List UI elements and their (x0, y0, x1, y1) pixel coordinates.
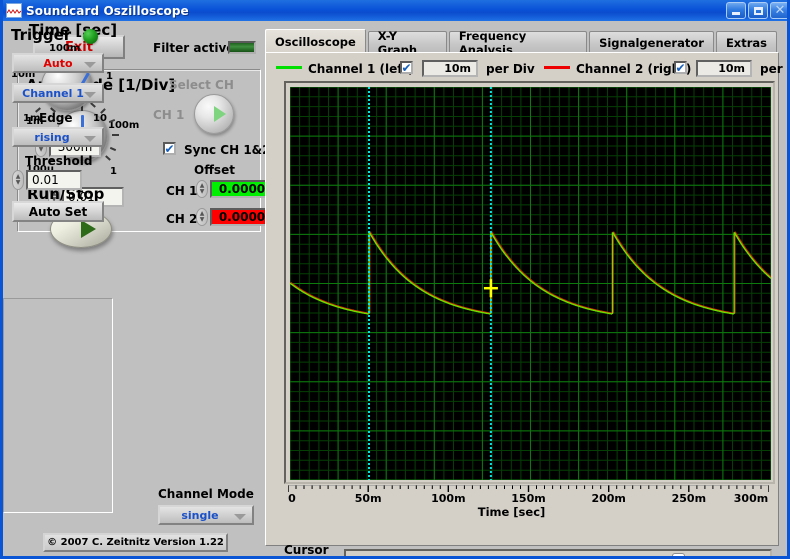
threshold-input[interactable]: 0.01 (26, 170, 82, 190)
play-triangle-icon (214, 106, 226, 122)
tab-xy-graph[interactable]: X-Y Graph (367, 29, 447, 57)
x-axis-ticks (288, 485, 769, 492)
tab-oscilloscope[interactable]: Oscilloscope (265, 29, 366, 53)
channel2-per-div-unit: per Div (760, 62, 787, 76)
x-tick-label: 200m (591, 492, 626, 505)
chevron-down-icon (234, 514, 246, 520)
offset-ch1-label: CH 1 (166, 184, 198, 198)
x-tick-label: 50m (354, 492, 382, 505)
trigger-panel: Trigger Auto Channel 1 Edge rising Thres… (3, 26, 113, 513)
select-ch-label: Select CH (169, 78, 234, 92)
x-tick-label: 300m (733, 492, 769, 505)
channel2-enable-checkbox[interactable]: ✔ (674, 61, 687, 74)
tab-area: Oscilloscope X-Y Graph Frequency Analysi… (265, 29, 787, 556)
select-ch-button[interactable] (194, 94, 234, 134)
channel1-per-div-input[interactable]: 10m (422, 60, 478, 77)
filter-active-label: Filter active (153, 41, 235, 55)
time-tick-10: 10 (93, 113, 107, 124)
channel-mode-select[interactable]: single (158, 505, 254, 525)
chevron-down-icon (84, 136, 96, 142)
channel-mode-value: single (181, 508, 219, 522)
time-tick-1m: 1m (23, 113, 41, 124)
edge-label: Edge (39, 111, 73, 125)
offset-ch2-spinner[interactable]: ▲ ▼ (196, 208, 208, 226)
threshold-spinner[interactable]: ▲ ▼ (12, 170, 24, 190)
ch-button-label: CH 1 (153, 108, 185, 122)
client-area: Exit Filter active Amplitude [1/Div] 10m… (3, 21, 787, 556)
x-tick-label: 250m (671, 492, 707, 505)
cursor-label: Cursor (284, 543, 329, 557)
cursor-group: Cursor time (276, 543, 338, 557)
close-button[interactable]: ✕ (770, 2, 787, 19)
maximize-button[interactable] (748, 2, 768, 19)
x-axis-labels: 0 50m 100m 150m 200m 250m 300m (284, 492, 775, 505)
chevron-down-icon (84, 62, 96, 68)
checkmark-icon: ✔ (675, 60, 686, 75)
tab-strip: Oscilloscope X-Y Graph Frequency Analysi… (265, 29, 779, 57)
minimize-button[interactable] (726, 2, 746, 19)
x-axis-title: Time [sec] (477, 505, 546, 519)
trigger-edge-value: rising (34, 130, 70, 144)
offset-title: Offset (194, 163, 235, 177)
zoom-slider-thumb[interactable] (672, 553, 685, 556)
copyright-label: © 2007 C. Zeitnitz Version 1.22 (43, 533, 228, 552)
tab-signalgenerator[interactable]: Signalgenerator (589, 31, 714, 53)
trigger-title: Trigger (11, 26, 72, 44)
channel1-legend-line (276, 66, 302, 69)
auto-set-button[interactable]: Auto Set (12, 201, 104, 222)
amp-tick-1: 1 (110, 166, 117, 177)
checkmark-icon: ✔ (164, 141, 175, 156)
waveform-svg (290, 87, 771, 480)
spinner-down-icon: ▼ (38, 146, 44, 153)
threshold-label: Threshold (25, 154, 93, 168)
offset-ch1-spinner[interactable]: ▲ ▼ (196, 180, 208, 198)
channel-mode-label: Channel Mode (158, 487, 254, 501)
tab-extras[interactable]: Extras (715, 31, 777, 53)
spinner-down-icon: ▼ (15, 179, 21, 186)
window-title: Soundcard Oszilloscope (26, 3, 189, 18)
chevron-down-icon (84, 92, 96, 98)
offset-ch2-label: CH 2 (166, 212, 198, 226)
channel1-legend-label: Channel 1 (left) (308, 62, 414, 76)
trigger-source-value: Channel 1 (22, 86, 84, 100)
time-tick-1: 1 (106, 71, 113, 82)
title-bar: Soundcard Oszilloscope ✕ (3, 0, 787, 21)
spinner-down-icon: ▼ (199, 216, 205, 223)
tab-frequency-analysis[interactable]: Frequency Analysis (448, 29, 588, 57)
plot-area[interactable] (290, 87, 771, 480)
sync-ch-label: Sync CH 1&2 (184, 143, 271, 157)
tab-panel-oscilloscope: Channel 1 (left) ✔ 10m per Div Channel 2… (265, 52, 787, 556)
play-icon (80, 220, 96, 238)
trigger-edge-select[interactable]: rising (12, 127, 104, 147)
channel1-enable-checkbox[interactable]: ✔ (400, 61, 413, 74)
oscilloscope-graph[interactable] (284, 81, 775, 484)
trigger-led (83, 29, 98, 44)
trigger-mode-value: Auto (43, 56, 73, 70)
channel1-per-div-unit: per Div (486, 62, 535, 76)
app-window: Soundcard Oszilloscope ✕ Exit Filter act… (0, 0, 790, 559)
checkmark-icon: ✔ (401, 60, 412, 75)
x-tick-label: 150m (511, 492, 546, 505)
channel2-legend-line (544, 66, 570, 69)
filter-active-led (228, 41, 256, 54)
x-tick-label: 0 (288, 492, 296, 505)
waveform-icon (6, 3, 22, 18)
status-bar: Cursor time dT 75.926m sec f 13.171 Hz (274, 543, 774, 557)
trigger-source-select[interactable]: Channel 1 (12, 83, 104, 103)
x-tick-label: 100m (431, 492, 466, 505)
measurement-group: dT 75.926m sec f 13.171 Hz Zoom (344, 549, 772, 556)
sync-ch-checkbox[interactable]: ✔ (163, 142, 176, 155)
trigger-mode-select[interactable]: Auto (12, 53, 104, 73)
window-controls: ✕ (726, 2, 787, 19)
spinner-down-icon: ▼ (199, 188, 205, 195)
channel2-per-div-input[interactable]: 10m (696, 60, 752, 77)
channel-header-row: Channel 1 (left) ✔ 10m per Div Channel 2… (266, 57, 787, 79)
